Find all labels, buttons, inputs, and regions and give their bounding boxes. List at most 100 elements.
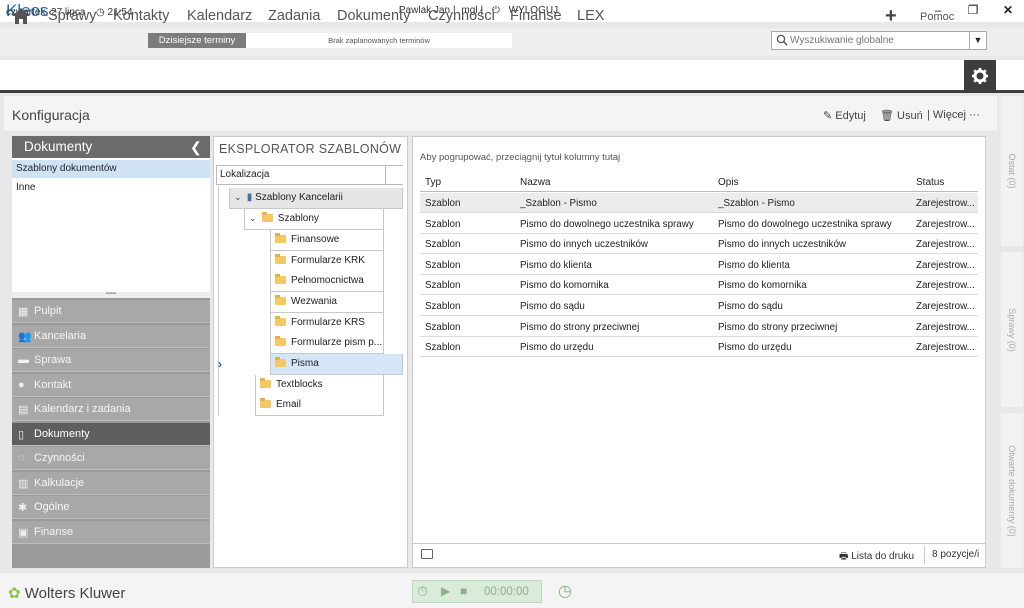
- tree-label: Formularze pism p...: [291, 337, 383, 348]
- delete-button[interactable]: 🗑 Usuń: [880, 109, 923, 122]
- cell-typ: Szablon: [425, 259, 461, 271]
- table-row[interactable]: Szablon Pismo do komornika Pismo do komorn…: [420, 275, 978, 296]
- module-sprawa[interactable]: ▬ Sprawa: [12, 349, 210, 372]
- module-label: Pulpit: [34, 305, 62, 317]
- splitter-handle[interactable]: ▪▪▪▪▪: [12, 291, 210, 298]
- search-input[interactable]: [790, 35, 965, 46]
- table-row[interactable]: Szablon Pismo do klienta Pismo do klienta Z…: [420, 255, 978, 275]
- tree-node-email[interactable]: Email: [255, 395, 384, 416]
- side-tab-cases[interactable]: Sprawy (0): [1001, 252, 1023, 407]
- folder-icon: [275, 336, 286, 346]
- print-list-label: Lista do druku: [851, 551, 915, 562]
- module-dokumenty[interactable]: ▯ Dokumenty: [12, 423, 210, 446]
- nav-lex[interactable]: LEX: [577, 8, 604, 24]
- print-list-button[interactable]: 🖶 Lista do druku: [839, 549, 914, 566]
- side-tab-label: Ostat (0): [1007, 153, 1017, 189]
- tree-node-pelnomocnictwa[interactable]: Pełnomocnictwa: [270, 271, 384, 292]
- tree-node-formularze-krk[interactable]: Formularze KRK: [270, 251, 384, 272]
- folder-icon: [275, 357, 286, 367]
- list-item-szablony[interactable]: Szablony dokumentów: [12, 160, 210, 178]
- more-button[interactable]: | Więcej ···: [927, 109, 980, 121]
- module-ogolne[interactable]: ✱ Ogólne: [12, 496, 210, 519]
- cell-opis: _Szablon - Pismo: [718, 198, 795, 209]
- server-icon: ▮: [246, 192, 253, 203]
- column-header-opis[interactable]: Opis: [718, 177, 739, 188]
- nav-kalendarz[interactable]: Kalendarz: [187, 8, 252, 24]
- nav-dokumenty[interactable]: Dokumenty: [337, 8, 410, 24]
- printer-icon: 🖶: [839, 551, 849, 562]
- module-pulpit[interactable]: ▦ Pulpit: [12, 300, 210, 323]
- table-row[interactable]: Szablon Pismo do urzędu Pismo do urzędu Zar…: [420, 337, 978, 358]
- cell-status: Zarejestrow...: [916, 321, 975, 333]
- module-kontakt[interactable]: ● Kontakt: [12, 374, 210, 397]
- module-finanse[interactable]: ▣ Finanse: [12, 521, 210, 544]
- search-icon: [776, 34, 788, 46]
- today-terms-button[interactable]: Dzisiejsze terminy: [148, 33, 246, 48]
- home-icon[interactable]: [11, 7, 31, 25]
- history-clock-icon[interactable]: ◷: [558, 581, 572, 601]
- timer-value: 00:00:00: [484, 586, 529, 598]
- column-header-status[interactable]: Status: [916, 177, 944, 188]
- camera-icon[interactable]: [421, 549, 433, 559]
- module-czynnosci[interactable]: ◌ Czynności: [12, 447, 210, 470]
- stop-icon[interactable]: ■: [460, 584, 467, 598]
- table-row[interactable]: Szablon Pismo do innych uczestników Pismo …: [420, 234, 978, 255]
- tree-node-finansowe[interactable]: Finansowe: [270, 230, 384, 251]
- finance-icon: ▣: [18, 527, 29, 539]
- cell-status: Zarejestrow...: [916, 280, 975, 292]
- restore-button[interactable]: ❐: [964, 3, 982, 19]
- stopwatch-icon[interactable]: ⏱: [417, 583, 428, 600]
- tree-node-wezwania[interactable]: Wezwania: [270, 292, 384, 313]
- cell-nazwa: Pismo do urzędu: [520, 342, 594, 354]
- module-label: Kancelaria: [34, 330, 86, 342]
- trash-icon: 🗑: [880, 110, 894, 122]
- tree-node-pisma[interactable]: Pisma: [270, 354, 403, 375]
- tree-node-formularze-pism[interactable]: Formularze pism p...: [270, 333, 384, 354]
- module-kalkulacje[interactable]: ▥ Kalkulacje: [12, 472, 210, 495]
- column-header-lokalizacja[interactable]: Lokalizacja: [216, 165, 403, 185]
- cell-typ: Szablon: [425, 321, 461, 333]
- cell-opis: Pismo do urzędu: [718, 342, 792, 354]
- folder-icon: [275, 254, 286, 264]
- nav-kontakty[interactable]: Kontakty: [113, 8, 169, 24]
- list-item-inne[interactable]: Inne: [12, 179, 210, 197]
- module-label: Kontakt: [34, 379, 72, 391]
- nav-zadania[interactable]: Zadania: [268, 8, 320, 24]
- group-hint[interactable]: Aby pogrupować, przeciągnij tytuł kolumn…: [420, 152, 620, 163]
- close-button[interactable]: ✕: [999, 3, 1017, 19]
- collapse-icon[interactable]: ❮: [190, 139, 202, 156]
- edit-button[interactable]: ✎ Edytuj: [823, 109, 866, 122]
- help-link[interactable]: Pomoc: [920, 11, 954, 23]
- tree-node-root[interactable]: ⌄ ▮ Szablony Kancelarii: [229, 188, 403, 209]
- tree-node-textblocks[interactable]: Textblocks: [255, 375, 384, 396]
- chevron-down-icon[interactable]: ▼: [969, 32, 986, 49]
- folder-icon: [260, 398, 271, 408]
- folder-icon: [275, 233, 286, 243]
- tree-label: Wezwania: [291, 296, 337, 307]
- cell-nazwa: Pismo do strony przeciwnej: [520, 321, 640, 333]
- module-kancelaria[interactable]: 👥 Kancelaria: [12, 325, 210, 348]
- side-tab-open-documents[interactable]: Otwarte dokumenty (0): [1001, 413, 1023, 568]
- side-tab-recent[interactable]: Ostat (0): [1001, 96, 1023, 246]
- cell-typ: Szablon: [425, 198, 461, 209]
- cell-nazwa: Pismo do innych uczestników: [520, 239, 648, 251]
- table-row[interactable]: Szablon Pismo do sądu Pismo do sądu Zarejes…: [420, 296, 978, 316]
- tree-node-formularze-krs[interactable]: Formularze KRS: [270, 313, 384, 334]
- nav-sprawy[interactable]: Sprawy: [48, 8, 96, 24]
- column-header-typ[interactable]: Typ: [425, 177, 441, 188]
- nav-czynnosci[interactable]: Czynności: [428, 8, 495, 24]
- cell-opis: Pismo do sądu: [718, 301, 783, 312]
- nav-finanse[interactable]: Finanse: [510, 8, 562, 24]
- module-kalendarz[interactable]: ▤ Kalendarz i zadania: [12, 398, 210, 421]
- table-row[interactable]: Szablon Pismo do dowolnego uczestnika spr…: [420, 214, 978, 234]
- global-search[interactable]: ▼: [771, 31, 987, 50]
- play-icon[interactable]: ▶: [441, 584, 450, 598]
- column-header-nazwa[interactable]: Nazwa: [520, 177, 551, 188]
- module-label: Ogólne: [34, 501, 70, 513]
- settings-button[interactable]: [964, 60, 996, 93]
- cell-nazwa: Pismo do klienta: [520, 259, 592, 271]
- tree-node-szablony[interactable]: ⌄ Szablony: [244, 209, 384, 230]
- table-row[interactable]: Szablon _Szablon - Pismo _Szablon - Pismo Z…: [420, 193, 978, 213]
- table-row[interactable]: Szablon Pismo do strony przeciwnej Pismo d…: [420, 317, 978, 337]
- add-icon[interactable]: +: [885, 5, 897, 28]
